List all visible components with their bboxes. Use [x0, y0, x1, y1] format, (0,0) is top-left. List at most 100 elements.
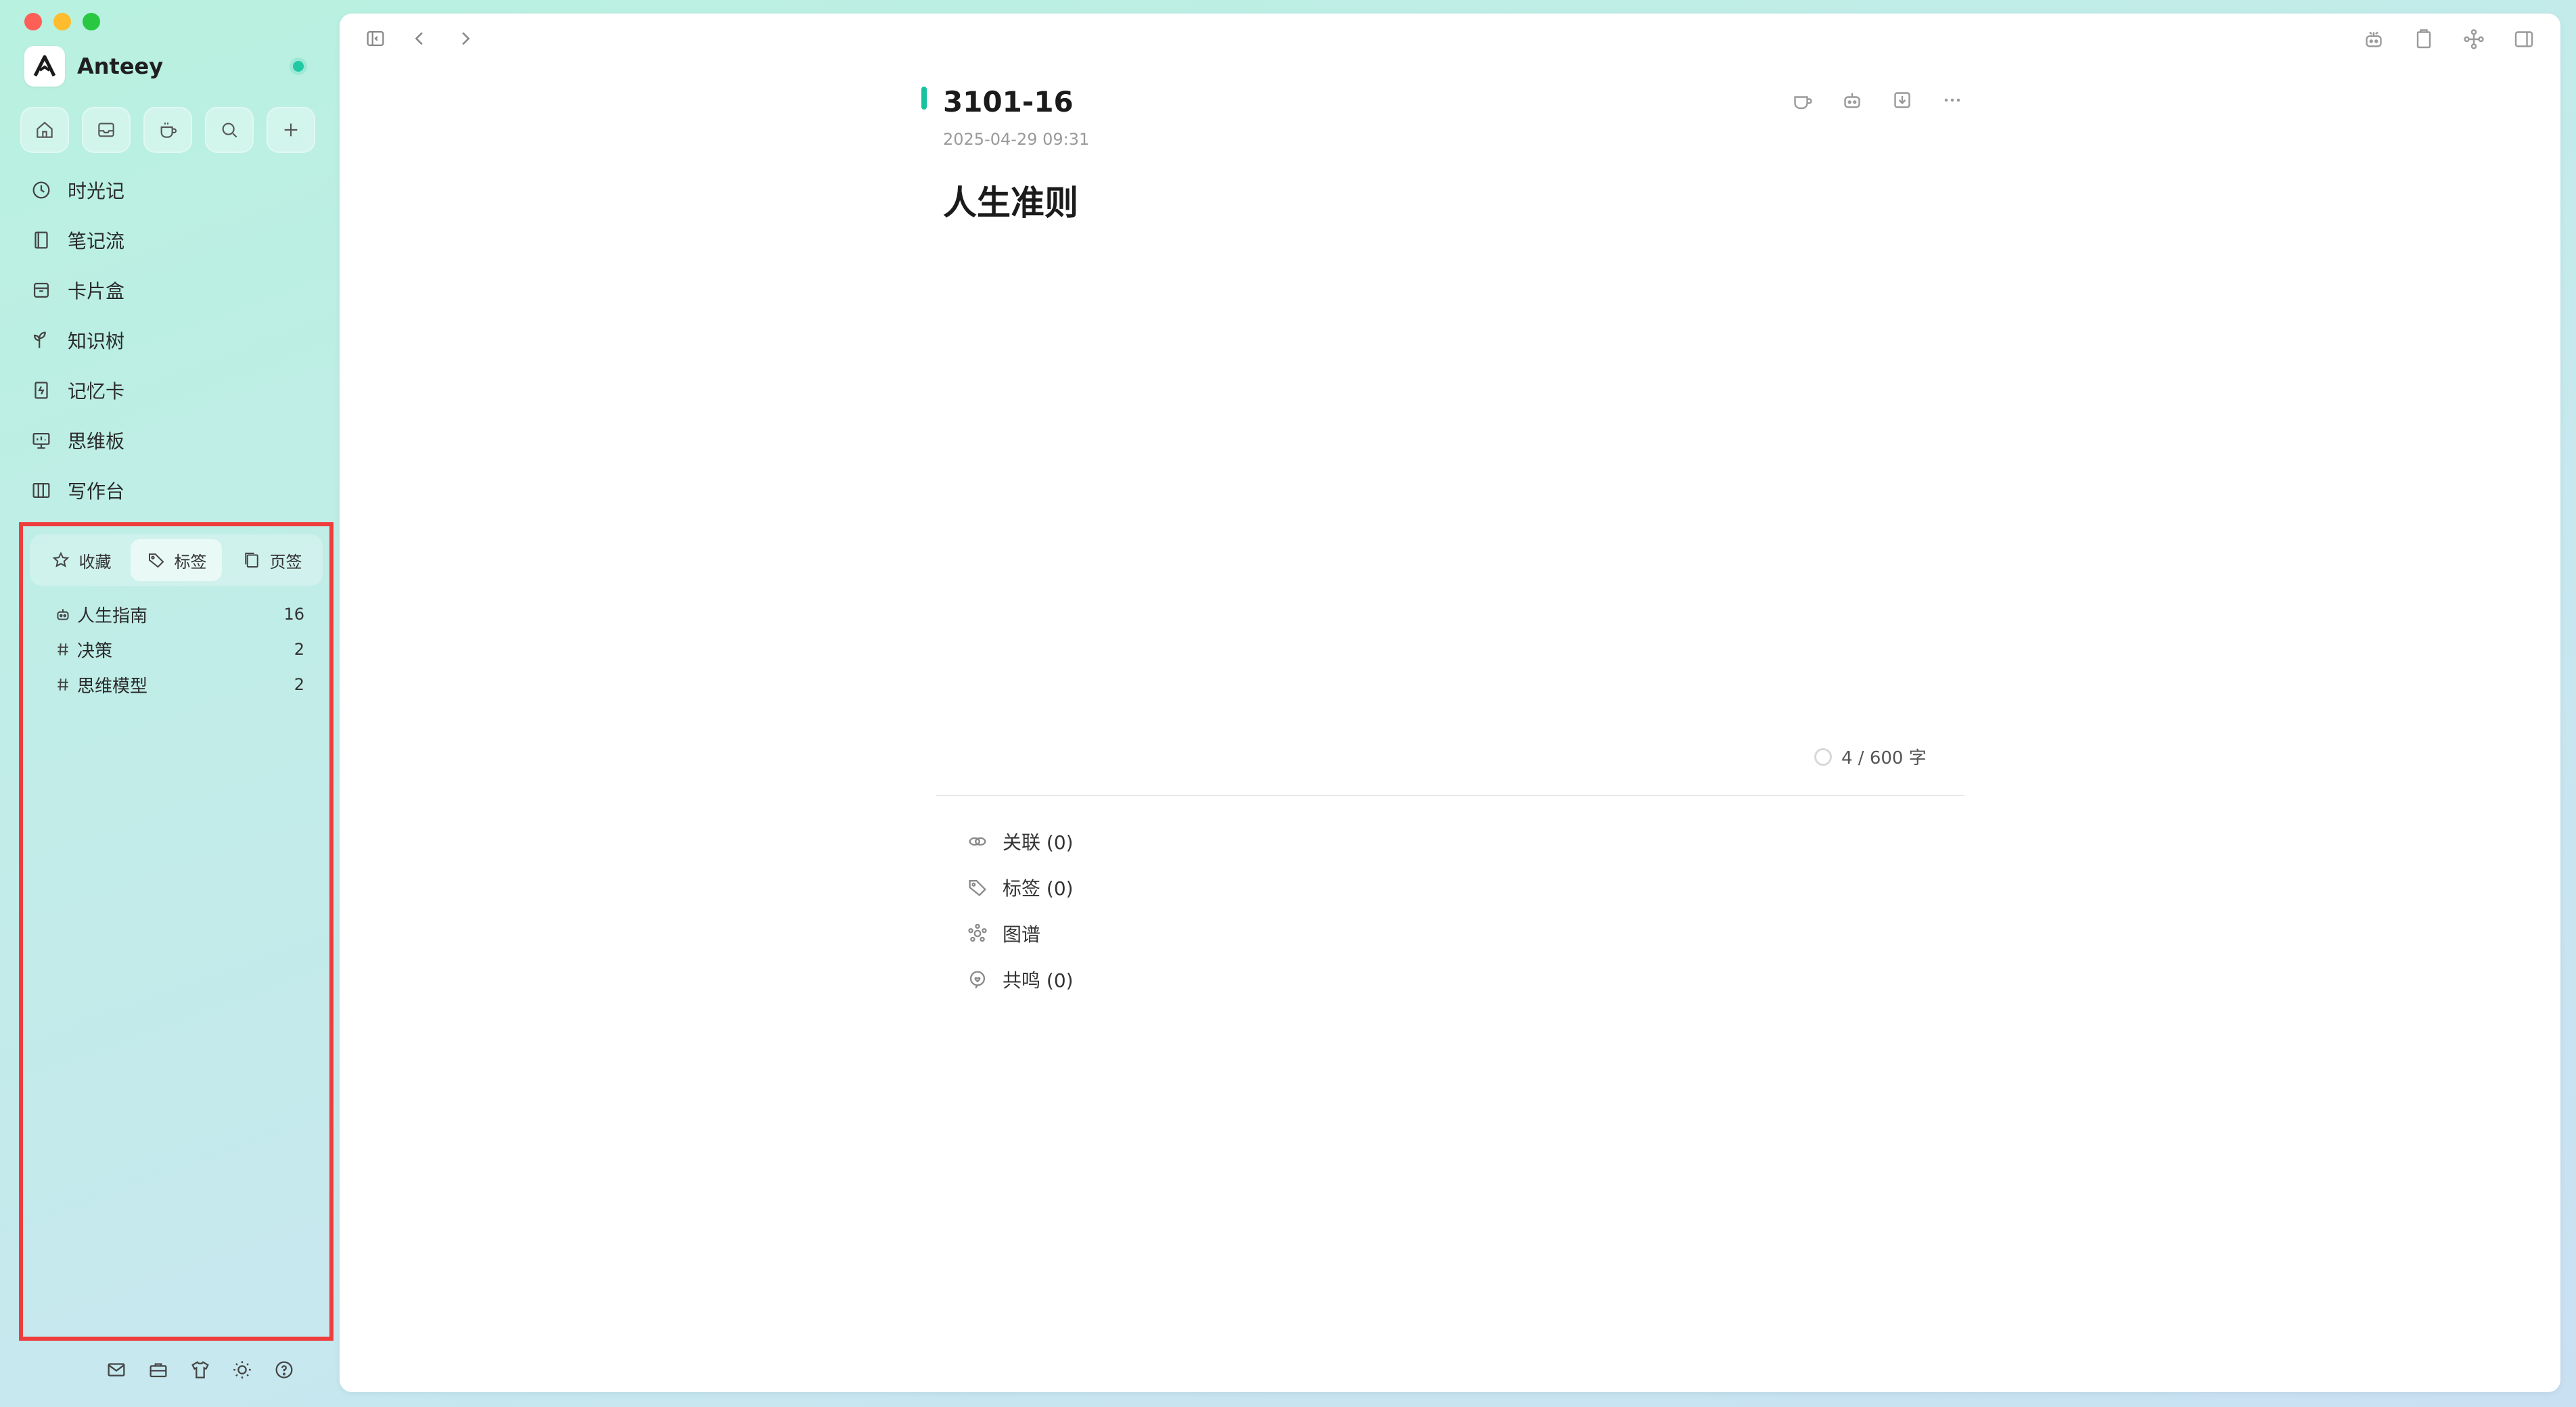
- document: 3101-16 2025-04-29 09:31 人生准则: [921, 80, 1964, 225]
- nav-item-timeline[interactable]: 时光记: [30, 165, 327, 215]
- tags-section[interactable]: 标签 (0): [966, 864, 1074, 910]
- app-logo-icon: [24, 46, 65, 87]
- tag-name: 思维模型: [77, 676, 148, 697]
- editor-toolbar-left: [364, 27, 476, 50]
- tab-label: 标签: [174, 552, 207, 572]
- hash-icon: [58, 678, 68, 691]
- resonance-section[interactable]: 共鸣 (0): [966, 956, 1074, 1002]
- tag-count: 2: [294, 675, 304, 694]
- graph-nodes-icon[interactable]: [2462, 27, 2486, 51]
- archive-download-icon[interactable]: [1890, 88, 1914, 112]
- nav-label: 写作台: [68, 480, 125, 503]
- nav-label: 笔记流: [68, 230, 125, 252]
- clock-icon: [32, 181, 50, 199]
- word-count-progress-ring: [1814, 747, 1832, 766]
- tag-icon: [969, 879, 986, 896]
- nav-item-notes-flow[interactable]: 笔记流: [30, 215, 327, 265]
- toolbox-icon[interactable]: [147, 1358, 170, 1381]
- link-icon: [969, 837, 986, 846]
- nav-item-memory-cards[interactable]: 记忆卡: [30, 365, 327, 415]
- shirt-icon[interactable]: [189, 1358, 212, 1381]
- tab-favorites[interactable]: 收藏: [35, 539, 127, 581]
- forward-arrow-icon[interactable]: [453, 27, 476, 50]
- sun-icon[interactable]: [231, 1358, 254, 1381]
- add-button[interactable]: [267, 107, 315, 153]
- graph-section[interactable]: 图谱: [966, 910, 1074, 956]
- tag-icon: [148, 553, 164, 568]
- document-heading[interactable]: 人生准则: [943, 176, 1964, 225]
- tag-count: 16: [283, 605, 304, 624]
- document-meta-sections: 关联 (0) 标签 (0) 图谱 共鸣 (0): [966, 818, 1074, 1002]
- collections-panel: 收藏 标签 页签 人生指南 16 决策 2 思维模型 2: [19, 522, 334, 1341]
- nav-item-mind-board[interactable]: 思维板: [30, 415, 327, 465]
- robot-tag-icon: [57, 609, 69, 620]
- search-button[interactable]: [205, 107, 254, 153]
- tag-item-decision[interactable]: 决策 2: [54, 632, 304, 667]
- app-name: Anteey: [77, 53, 164, 79]
- document-title[interactable]: 3101-16: [943, 85, 1074, 118]
- links-section[interactable]: 关联 (0): [966, 818, 1074, 864]
- resonance-icon: [969, 971, 986, 989]
- brand[interactable]: Anteey: [24, 46, 163, 87]
- presentation-board-icon: [32, 432, 50, 449]
- editor-toolbar-right: [2362, 27, 2536, 51]
- nav-label: 记忆卡: [68, 380, 125, 402]
- plus-icon: [284, 123, 298, 137]
- star-icon: [52, 551, 69, 568]
- title-accent-bar: [921, 87, 927, 110]
- tag-item-mental-models[interactable]: 思维模型 2: [54, 667, 304, 702]
- tab-label: 收藏: [78, 552, 112, 572]
- nav-label: 卡片盒: [68, 280, 125, 302]
- word-count: 4 / 600 字: [1814, 744, 1927, 769]
- sidebar-bottom-bar: [105, 1358, 296, 1381]
- tag-list: 人生指南 16 决策 2 思维模型 2: [54, 597, 304, 702]
- nav-label: 思维板: [68, 430, 125, 453]
- pages-icon: [244, 553, 258, 568]
- word-count-text: 4 / 600 字: [1841, 748, 1927, 768]
- mail-icon[interactable]: [105, 1358, 128, 1381]
- sprout-icon: [33, 331, 46, 348]
- meta-label: 关联 (0): [1003, 831, 1074, 854]
- coffee-cup-icon[interactable]: [1790, 88, 1814, 112]
- document-actions: [1790, 88, 1964, 112]
- nav-item-writing-desk[interactable]: 写作台: [30, 465, 327, 515]
- sidebar: Anteey 时光记 笔记流 卡片盒 知识树 记忆卡 思维板 写作台 收藏 标签…: [0, 0, 338, 1407]
- nav-item-card-box[interactable]: 卡片盒: [30, 265, 327, 315]
- ai-robot-icon[interactable]: [1840, 88, 1864, 112]
- writing-desk-icon: [32, 482, 50, 499]
- meta-label: 共鸣 (0): [1003, 969, 1074, 992]
- editor-window: 3101-16 2025-04-29 09:31 人生准则 4 / 600 字 …: [340, 14, 2560, 1392]
- nav-label: 时光记: [68, 180, 125, 202]
- more-options-icon[interactable]: [1940, 88, 1964, 112]
- main-nav: 时光记 笔记流 卡片盒 知识树 记忆卡 思维板 写作台: [30, 165, 327, 515]
- panel-tab-switcher: 收藏 标签 页签: [30, 534, 323, 586]
- tag-name: 决策: [77, 641, 113, 662]
- meta-label: 标签 (0): [1003, 877, 1074, 900]
- help-icon[interactable]: [273, 1358, 296, 1381]
- ai-robot-icon[interactable]: [2362, 27, 2386, 51]
- tab-page-tabs[interactable]: 页签: [226, 539, 317, 581]
- archive-box-icon: [33, 282, 49, 298]
- notebook-icon: [34, 231, 48, 249]
- nav-label: 知识树: [68, 330, 125, 352]
- home-button[interactable]: [20, 107, 69, 153]
- tag-count: 2: [294, 640, 304, 659]
- tab-label: 页签: [269, 552, 302, 572]
- tab-tags[interactable]: 标签: [131, 539, 222, 581]
- hash-icon: [58, 643, 68, 655]
- search-icon: [222, 122, 237, 138]
- inbox-button[interactable]: [82, 107, 131, 153]
- flashcard-icon: [34, 382, 48, 399]
- quick-actions: [20, 107, 315, 153]
- toggle-sidebar-icon[interactable]: [364, 27, 387, 50]
- coffee-cup-icon: [160, 122, 177, 138]
- document-date: 2025-04-29 09:31: [943, 130, 1090, 149]
- sync-status-indicator: [293, 61, 304, 72]
- back-arrow-icon[interactable]: [409, 27, 432, 50]
- tag-item-life-guide[interactable]: 人生指南 16: [54, 597, 304, 632]
- meta-label: 图谱: [1003, 923, 1041, 946]
- toggle-right-panel-icon[interactable]: [2512, 27, 2536, 51]
- coffee-button[interactable]: [143, 107, 192, 153]
- clipboard-icon[interactable]: [2412, 27, 2436, 51]
- nav-item-knowledge-tree[interactable]: 知识树: [30, 315, 327, 365]
